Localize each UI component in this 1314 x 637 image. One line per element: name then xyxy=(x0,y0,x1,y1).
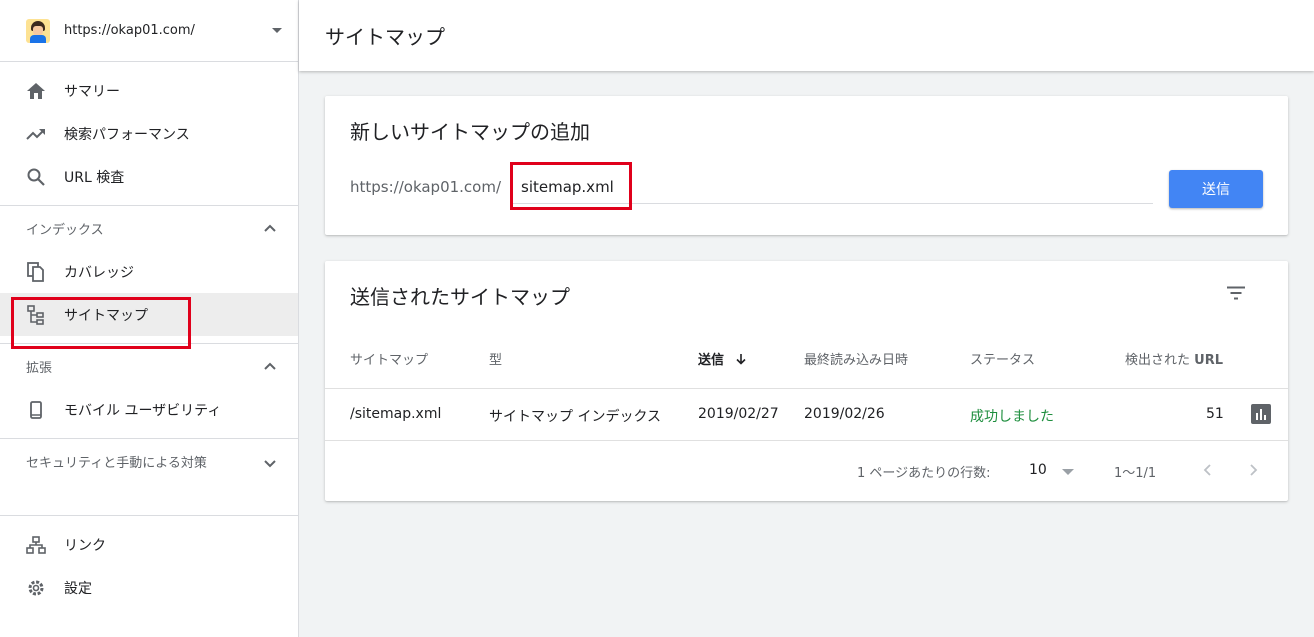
sidebar: https://okap01.com/ サマリー 検索パフォーマンス URL 検… xyxy=(0,0,299,637)
nav-item-sitemaps[interactable]: サイトマップ xyxy=(0,293,298,336)
nav-label-sitemaps: サイトマップ xyxy=(64,307,148,324)
nav-item-summary[interactable]: サマリー xyxy=(0,69,298,112)
page-header: サイトマップ xyxy=(299,0,1314,71)
cell-last-read: 2019/02/26 xyxy=(804,406,885,422)
submit-sitemap-button[interactable]: 送信 xyxy=(1169,170,1263,208)
nav-item-performance[interactable]: 検索パフォーマンス xyxy=(0,112,298,155)
column-header-sitemap[interactable]: サイトマップ xyxy=(350,349,428,368)
nav-label-summary: サマリー xyxy=(64,83,120,100)
rows-per-page-caret-icon[interactable] xyxy=(1062,469,1074,475)
links-icon xyxy=(26,535,46,555)
nav-label-performance: 検索パフォーマンス xyxy=(64,126,190,143)
gear-icon xyxy=(26,578,46,598)
cell-sitemap[interactable]: /sitemap.xml xyxy=(350,406,441,422)
cell-submitted: 2019/02/27 xyxy=(698,406,779,422)
rows-per-page-label: 1 ページあたりの行数: xyxy=(857,466,991,481)
dropdown-caret-icon[interactable] xyxy=(272,28,282,33)
table-divider xyxy=(325,388,1288,389)
property-avatar xyxy=(26,18,50,43)
column-header-discovered-label: 検出された xyxy=(1125,353,1191,368)
sitemap-url-input[interactable] xyxy=(521,178,921,196)
add-sitemap-card: 新しいサイトマップの追加 https://okap01.com/ 送信 xyxy=(325,96,1288,235)
column-header-last-read[interactable]: 最終読み込み日時 xyxy=(804,349,908,368)
bar-chart-icon[interactable] xyxy=(1251,404,1271,424)
column-header-discovered-urls[interactable]: 検出された URL xyxy=(1125,349,1223,368)
section-enhancements-header[interactable]: 拡張 xyxy=(0,344,298,388)
table-divider xyxy=(325,440,1288,441)
nav-item-coverage[interactable]: カバレッジ xyxy=(0,250,298,293)
column-header-submitted[interactable]: 送信 xyxy=(698,349,747,368)
cell-status: 成功しました xyxy=(970,409,1054,425)
submitted-sitemaps-title: 送信されたサイトマップ xyxy=(350,285,570,309)
home-icon xyxy=(26,81,46,101)
column-header-type[interactable]: 型 xyxy=(489,349,502,368)
smartphone-icon xyxy=(26,400,46,420)
next-page-icon[interactable] xyxy=(1244,460,1264,480)
rows-per-page-select[interactable]: 10 xyxy=(1029,462,1047,478)
add-sitemap-title: 新しいサイトマップの追加 xyxy=(350,120,590,144)
nav-security-group: セキュリティと手動による対策 xyxy=(0,439,298,516)
nav-label-settings: 設定 xyxy=(64,580,92,597)
section-index-label: インデックス xyxy=(26,222,104,238)
nav-index-group: インデックス カバレッジ サイトマップ xyxy=(0,206,298,344)
trending-up-icon xyxy=(26,124,46,144)
property-selector[interactable]: https://okap01.com/ xyxy=(0,0,298,62)
column-header-discovered-url: URL xyxy=(1194,353,1224,368)
property-url: https://okap01.com/ xyxy=(64,23,195,38)
nav-label-url-inspection: URL 検査 xyxy=(64,169,125,186)
chevron-up-icon xyxy=(264,224,276,232)
sitemap-url-prefix: https://okap01.com/ xyxy=(350,178,502,196)
section-security-label: セキュリティと手動による対策 xyxy=(26,456,207,471)
search-icon xyxy=(26,167,46,187)
column-header-status[interactable]: ステータス xyxy=(970,349,1035,368)
prev-page-icon[interactable] xyxy=(1197,460,1217,480)
page-title: サイトマップ xyxy=(325,25,445,49)
nav-label-coverage: カバレッジ xyxy=(64,264,134,281)
copy-icon xyxy=(26,261,46,282)
nav-label-mobile-usability: モバイル ユーザビリティ xyxy=(64,402,222,419)
cell-type: サイトマップ インデックス xyxy=(489,409,662,425)
sitemap-input-wrapper xyxy=(513,168,1153,204)
column-header-submitted-label: 送信 xyxy=(698,353,725,368)
nav-enhancements-group: 拡張 モバイル ユーザビリティ xyxy=(0,344,298,439)
arrow-down-icon xyxy=(735,354,746,365)
filter-icon[interactable] xyxy=(1224,281,1248,305)
nav-label-links: リンク xyxy=(64,537,106,554)
nav-item-mobile-usability[interactable]: モバイル ユーザビリティ xyxy=(0,388,298,431)
chevron-up-icon xyxy=(264,362,276,370)
section-enhancements-label: 拡張 xyxy=(26,360,53,376)
nav-item-url-inspection[interactable]: URL 検査 xyxy=(0,155,298,198)
nav-main: サマリー 検索パフォーマンス URL 検査 xyxy=(0,62,298,206)
sitemap-icon xyxy=(26,304,46,325)
section-index-header[interactable]: インデックス xyxy=(0,206,298,250)
submitted-sitemaps-card: 送信されたサイトマップ サイトマップ 型 送信 最終読み込み日時 ステータス 検… xyxy=(325,261,1288,501)
section-security-header[interactable]: セキュリティと手動による対策 xyxy=(0,443,298,505)
nav-misc-group: リンク 設定 xyxy=(0,516,298,616)
pagination-range: 1〜1/1 xyxy=(1114,466,1157,481)
nav-item-settings[interactable]: 設定 xyxy=(0,566,298,609)
chevron-down-icon xyxy=(264,460,276,468)
cell-discovered-urls: 51 xyxy=(1206,406,1224,422)
nav-item-links[interactable]: リンク xyxy=(0,523,298,566)
